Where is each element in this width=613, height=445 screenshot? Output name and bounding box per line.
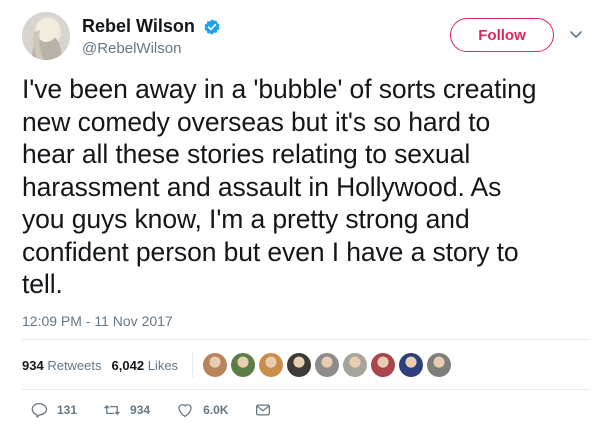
follow-button[interactable]: Follow (450, 18, 554, 52)
likes-stat[interactable]: 6,042 Likes (112, 358, 179, 373)
tweet-actions: 131 934 6.0K (30, 401, 298, 419)
tweet-text-line: confident person but even I have a story… (22, 236, 519, 267)
user-handle[interactable]: @RebelWilson (82, 40, 221, 57)
retweet-button[interactable]: 934 (103, 401, 150, 419)
liker-avatar[interactable] (427, 353, 452, 377)
liker-avatar[interactable] (259, 353, 284, 377)
liker-avatar[interactable] (231, 353, 256, 377)
reply-icon (31, 402, 48, 418)
tweet-stats: 934 Retweets 6,042 Likes (22, 352, 455, 378)
tweet-text-line: tell. (22, 269, 63, 299)
user-name-block: Rebel Wilson @RebelWilson (82, 16, 221, 57)
liker-avatar[interactable] (343, 353, 368, 377)
display-name[interactable]: Rebel Wilson (82, 16, 195, 37)
avatar[interactable] (22, 12, 70, 60)
direct-message-icon (256, 404, 271, 416)
chevron-down-icon[interactable] (568, 26, 584, 42)
like-count: 6.0K (203, 403, 229, 417)
retweet-count: 934 (130, 403, 151, 417)
divider (22, 339, 590, 340)
tweet-text-line: you guys know, I'm a pretty strong and (22, 204, 470, 234)
tweet-text-line: new comedy overseas but it's so hard to (22, 106, 491, 137)
liker-avatar[interactable] (287, 353, 312, 377)
retweet-icon (104, 405, 120, 415)
tweet-timestamp[interactable]: 12:09 PM - 11 Nov 2017 (22, 313, 173, 329)
divider (22, 389, 590, 390)
reply-count: 131 (57, 403, 78, 417)
retweets-count: 934 (22, 357, 44, 373)
reply-button[interactable]: 131 (30, 401, 77, 419)
likes-label: Likes (147, 357, 179, 373)
liker-avatars (203, 353, 455, 377)
direct-message-button[interactable] (254, 401, 272, 419)
tweet-text-line: hear all these stories relating to sexua… (22, 139, 471, 169)
liker-avatar[interactable] (371, 353, 396, 377)
tweet-text-line: harassment and assault in Hollywood. As (22, 171, 502, 202)
stats-separator (192, 352, 194, 378)
retweets-label: Retweets (47, 357, 102, 373)
verified-badge-icon (203, 18, 221, 36)
retweets-stat[interactable]: 934 Retweets (22, 358, 102, 373)
tweet-text-line: I've been away in a 'bubble' of sorts cr… (22, 74, 537, 104)
liker-avatar[interactable] (203, 353, 228, 377)
tweet-header: Rebel Wilson @RebelWilson Follow (22, 12, 597, 62)
liker-avatar[interactable] (399, 353, 424, 377)
likes-count: 6,042 (111, 357, 145, 373)
liker-avatar[interactable] (315, 353, 340, 377)
like-icon (178, 404, 192, 418)
like-button[interactable]: 6.0K (176, 401, 228, 419)
tweet-text: I've been away in a 'bubble' of sorts cr… (22, 73, 597, 301)
